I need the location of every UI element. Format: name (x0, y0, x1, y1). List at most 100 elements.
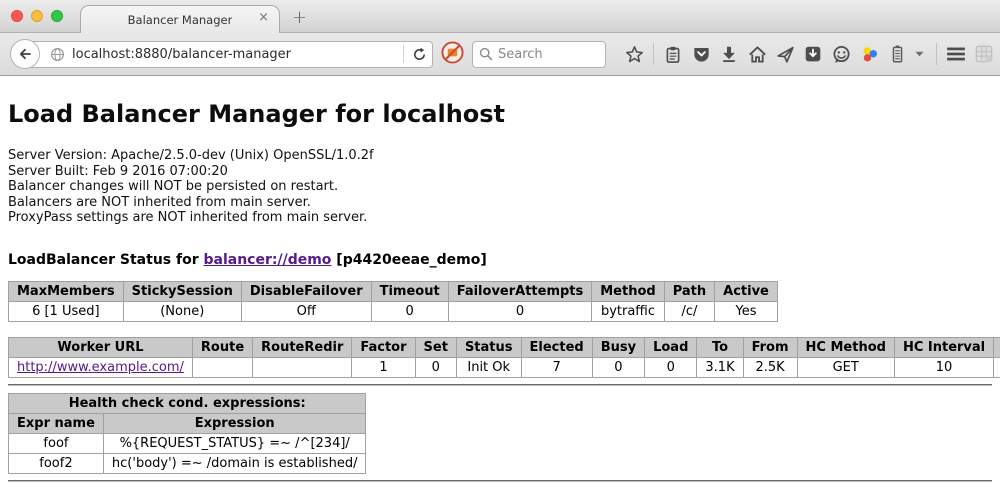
active-value: Yes (715, 301, 778, 321)
clipboard-icon[interactable] (663, 43, 683, 65)
search-icon (479, 47, 493, 61)
titlebar: Balancer Manager × + (0, 0, 1000, 33)
page-title: Load Balancer Manager for localhost (8, 100, 992, 128)
downloads-icon[interactable] (719, 43, 739, 65)
method-value: bytraffic (592, 301, 664, 321)
table-title-row: Health check cond. expressions: (9, 393, 366, 413)
toolbar-divider (936, 43, 937, 65)
close-window-button[interactable] (11, 10, 23, 22)
col-maxmembers: MaxMembers (9, 281, 124, 301)
status-cell: Init Ok (456, 357, 521, 377)
hc-interval-cell: 10 (894, 357, 993, 377)
zoom-window-button[interactable] (51, 10, 63, 22)
browser-chrome: Balancer Manager × + (0, 0, 1000, 76)
from-cell: 2.5K (743, 357, 797, 377)
blocked-content-icon[interactable] (441, 41, 464, 68)
table-header-row: MaxMembers StickySession DisableFailover… (9, 281, 778, 301)
col-path: Path (664, 281, 714, 301)
col-worker-url: Worker URL (9, 337, 193, 357)
col-active: Active (715, 281, 778, 301)
feedback-smiley-icon[interactable] (831, 43, 851, 65)
globe-icon (50, 47, 65, 62)
multi-color-dots-icon[interactable] (859, 43, 879, 65)
disablefailover-value: Off (241, 301, 371, 321)
reload-button[interactable] (406, 47, 432, 62)
table-header-row: Worker URL Route RouteRedir Factor Set S… (9, 337, 1000, 357)
worker-url-link[interactable]: http://www.example.com/ (17, 360, 184, 375)
maxmembers-value: 6 [1 Used] (9, 301, 124, 321)
col-route: Route (192, 337, 252, 357)
back-arrow-icon (17, 46, 33, 62)
new-tab-button[interactable]: + (292, 7, 307, 28)
col-expr-name: Expr name (9, 413, 104, 433)
url-input[interactable] (72, 47, 401, 62)
table-header-row: Expr name Expression (9, 413, 366, 433)
back-button[interactable] (10, 39, 40, 69)
table-row: http://www.example.com/ 1 0 Init Ok 7 0 … (9, 357, 1000, 377)
save-to-box-icon[interactable] (803, 43, 823, 65)
col-timeout: Timeout (371, 281, 448, 301)
battery-status-icon[interactable] (887, 43, 907, 65)
table-row: foof2 hc('body') =~ /domain is establish… (9, 453, 366, 473)
routeredir-cell (253, 357, 352, 377)
dropdown-caret-icon[interactable] (909, 43, 929, 65)
navigation-toolbar (0, 33, 1000, 76)
search-input[interactable] (498, 47, 593, 62)
search-bar[interactable] (472, 41, 606, 68)
status-heading-suffix: [p4420eeae_demo] (331, 252, 486, 268)
persist-notice-line: Balancer changes will NOT be persisted o… (8, 179, 992, 195)
divider (8, 480, 992, 482)
to-cell: 3.1K (697, 357, 743, 377)
tab-close-icon[interactable]: × (258, 11, 269, 24)
col-from: From (743, 337, 797, 357)
failoverattempts-value: 0 (448, 301, 592, 321)
col-disablefailover: DisableFailover (241, 281, 371, 301)
menu-hamburger-icon[interactable] (946, 43, 966, 65)
health-check-title: Health check cond. expressions: (9, 393, 366, 413)
path-value: /c/ (664, 301, 714, 321)
timeout-value: 0 (371, 301, 448, 321)
col-stickysession: StickySession (123, 281, 241, 301)
window-controls (11, 10, 63, 22)
status-heading-prefix: LoadBalancer Status for (8, 252, 204, 268)
expression-cell: %{REQUEST_STATUS} =~ /^[234]/ (103, 433, 366, 453)
busy-cell: 0 (592, 357, 644, 377)
col-load: Load (645, 337, 697, 357)
stickysession-value: (None) (123, 301, 241, 321)
col-factor: Factor (352, 337, 415, 357)
bookmark-star-icon[interactable] (624, 43, 644, 65)
health-check-table: Health check cond. expressions: Expr nam… (8, 393, 366, 474)
urlbar-divider (403, 45, 404, 63)
pocket-icon[interactable] (691, 43, 711, 65)
loadbalancer-status-heading: LoadBalancer Status for balancer://demo … (8, 252, 992, 268)
expr-name-cell: foof2 (9, 453, 104, 473)
load-cell: 0 (645, 357, 697, 377)
col-method: Method (592, 281, 664, 301)
reload-icon (412, 47, 427, 62)
proxypass-notice-line: ProxyPass settings are NOT inherited fro… (8, 210, 992, 226)
server-version-line: Server Version: Apache/2.5.0-dev (Unix) … (8, 148, 992, 164)
url-bar[interactable] (25, 41, 433, 68)
passes-cell: 1 (0) (994, 357, 1000, 377)
inherit-notice-line: Balancers are NOT inherited from main se… (8, 195, 992, 211)
tab-balancer-manager[interactable]: Balancer Manager × (80, 5, 280, 33)
expr-name-cell: foof (9, 433, 104, 453)
extension-grid-icon[interactable] (974, 43, 994, 65)
server-built-line: Server Built: Feb 9 2016 07:00:20 (8, 164, 992, 180)
col-failoverattempts: FailoverAttempts (448, 281, 592, 301)
home-icon[interactable] (747, 43, 767, 65)
divider (8, 384, 992, 386)
set-cell: 0 (415, 357, 456, 377)
col-passes: Passes (994, 337, 1000, 357)
factor-cell: 1 (352, 357, 415, 377)
minimize-window-button[interactable] (31, 10, 43, 22)
route-cell (192, 357, 252, 377)
col-to: To (697, 337, 743, 357)
col-routeredir: RouteRedir (253, 337, 352, 357)
send-icon[interactable] (775, 43, 795, 65)
balancer-demo-link[interactable]: balancer://demo (204, 252, 332, 268)
toolbar-icons (620, 43, 998, 65)
expression-cell: hc('body') =~ /domain is established/ (103, 453, 366, 473)
elected-cell: 7 (521, 357, 592, 377)
col-status: Status (456, 337, 521, 357)
